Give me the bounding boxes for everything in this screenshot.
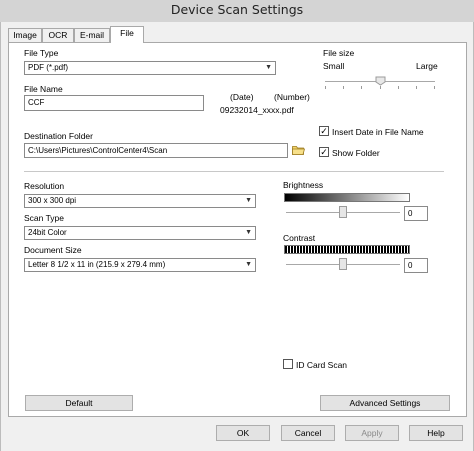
file-size-slider[interactable] — [325, 75, 435, 95]
file-type-label: File Type — [24, 48, 59, 58]
chevron-down-icon: ▼ — [265, 64, 272, 71]
slider-tick — [325, 86, 326, 89]
file-size-thumb[interactable] — [375, 76, 386, 86]
chevron-down-icon: ▼ — [245, 229, 252, 236]
file-size-label: File size — [323, 48, 355, 58]
default-button[interactable]: Default — [25, 395, 133, 411]
file-type-value: PDF (*.pdf) — [28, 63, 69, 72]
slider-tick — [416, 86, 417, 89]
resolution-value: 300 x 300 dpi — [28, 196, 77, 205]
number-label: (Number) — [274, 92, 310, 102]
tab-image[interactable]: Image — [8, 28, 42, 42]
insert-date-checkbox[interactable]: ✓ — [319, 126, 329, 136]
insert-date-label: Insert Date in File Name — [332, 127, 424, 137]
brightness-slider[interactable] — [286, 205, 400, 221]
file-name-input[interactable]: CCF — [24, 95, 204, 111]
destination-folder-input[interactable]: C:\Users\Pictures\ControlCenter4\Scan — [24, 143, 288, 158]
resolution-select[interactable]: 300 x 300 dpi ▼ — [24, 194, 256, 208]
id-card-scan-checkbox[interactable] — [283, 359, 293, 369]
contrast-label: Contrast — [283, 233, 316, 243]
destination-folder-label: Destination Folder — [24, 131, 93, 141]
brightness-label: Brightness — [283, 180, 324, 190]
slider-tick — [398, 86, 399, 89]
chevron-down-icon: ▼ — [245, 197, 252, 204]
document-size-label: Document Size — [24, 245, 82, 255]
resolution-label: Resolution — [24, 181, 65, 191]
file-name-label: File Name — [24, 84, 63, 94]
contrast-value-field[interactable]: 0 — [404, 258, 428, 273]
file-size-small-label: Small — [323, 61, 345, 71]
section-divider — [24, 171, 444, 172]
folder-icon[interactable] — [292, 145, 306, 157]
file-type-select[interactable]: PDF (*.pdf) ▼ — [24, 61, 276, 75]
tab-file[interactable]: File — [110, 26, 144, 43]
slider-tick — [380, 86, 381, 89]
ok-button[interactable]: OK — [216, 425, 270, 441]
date-label: (Date) — [230, 92, 254, 102]
advanced-settings-button[interactable]: Advanced Settings — [320, 395, 450, 411]
brightness-thumb[interactable] — [339, 206, 347, 218]
file-size-large-label: Large — [416, 61, 438, 71]
document-size-value: Letter 8 1/2 x 11 in (215.9 x 279.4 mm) — [28, 260, 166, 269]
show-folder-label: Show Folder — [332, 148, 380, 158]
cancel-button[interactable]: Cancel — [281, 425, 335, 441]
document-size-select[interactable]: Letter 8 1/2 x 11 in (215.9 x 279.4 mm) … — [24, 258, 256, 272]
brightness-value-field[interactable]: 0 — [404, 206, 428, 221]
contrast-pattern — [284, 245, 410, 254]
tab-ocr[interactable]: OCR — [42, 28, 74, 42]
contrast-thumb[interactable] — [339, 258, 347, 270]
scan-type-value: 24bit Color — [28, 228, 67, 237]
scan-type-select[interactable]: 24bit Color ▼ — [24, 226, 256, 240]
slider-tick — [343, 86, 344, 89]
scan-type-label: Scan Type — [24, 213, 65, 223]
apply-button[interactable]: Apply — [345, 425, 399, 441]
chevron-down-icon: ▼ — [245, 261, 252, 268]
id-card-scan-label: ID Card Scan — [296, 360, 348, 370]
contrast-slider[interactable] — [286, 257, 400, 273]
help-button[interactable]: Help — [409, 425, 463, 441]
show-folder-checkbox[interactable]: ✓ — [319, 147, 329, 157]
brightness-gradient — [284, 193, 410, 202]
file-name-example: 09232014_xxxx.pdf — [220, 105, 294, 115]
tab-email[interactable]: E-mail — [74, 28, 110, 42]
window-title: Device Scan Settings — [170, 2, 304, 17]
slider-tick — [434, 86, 435, 89]
slider-tick — [361, 86, 362, 89]
